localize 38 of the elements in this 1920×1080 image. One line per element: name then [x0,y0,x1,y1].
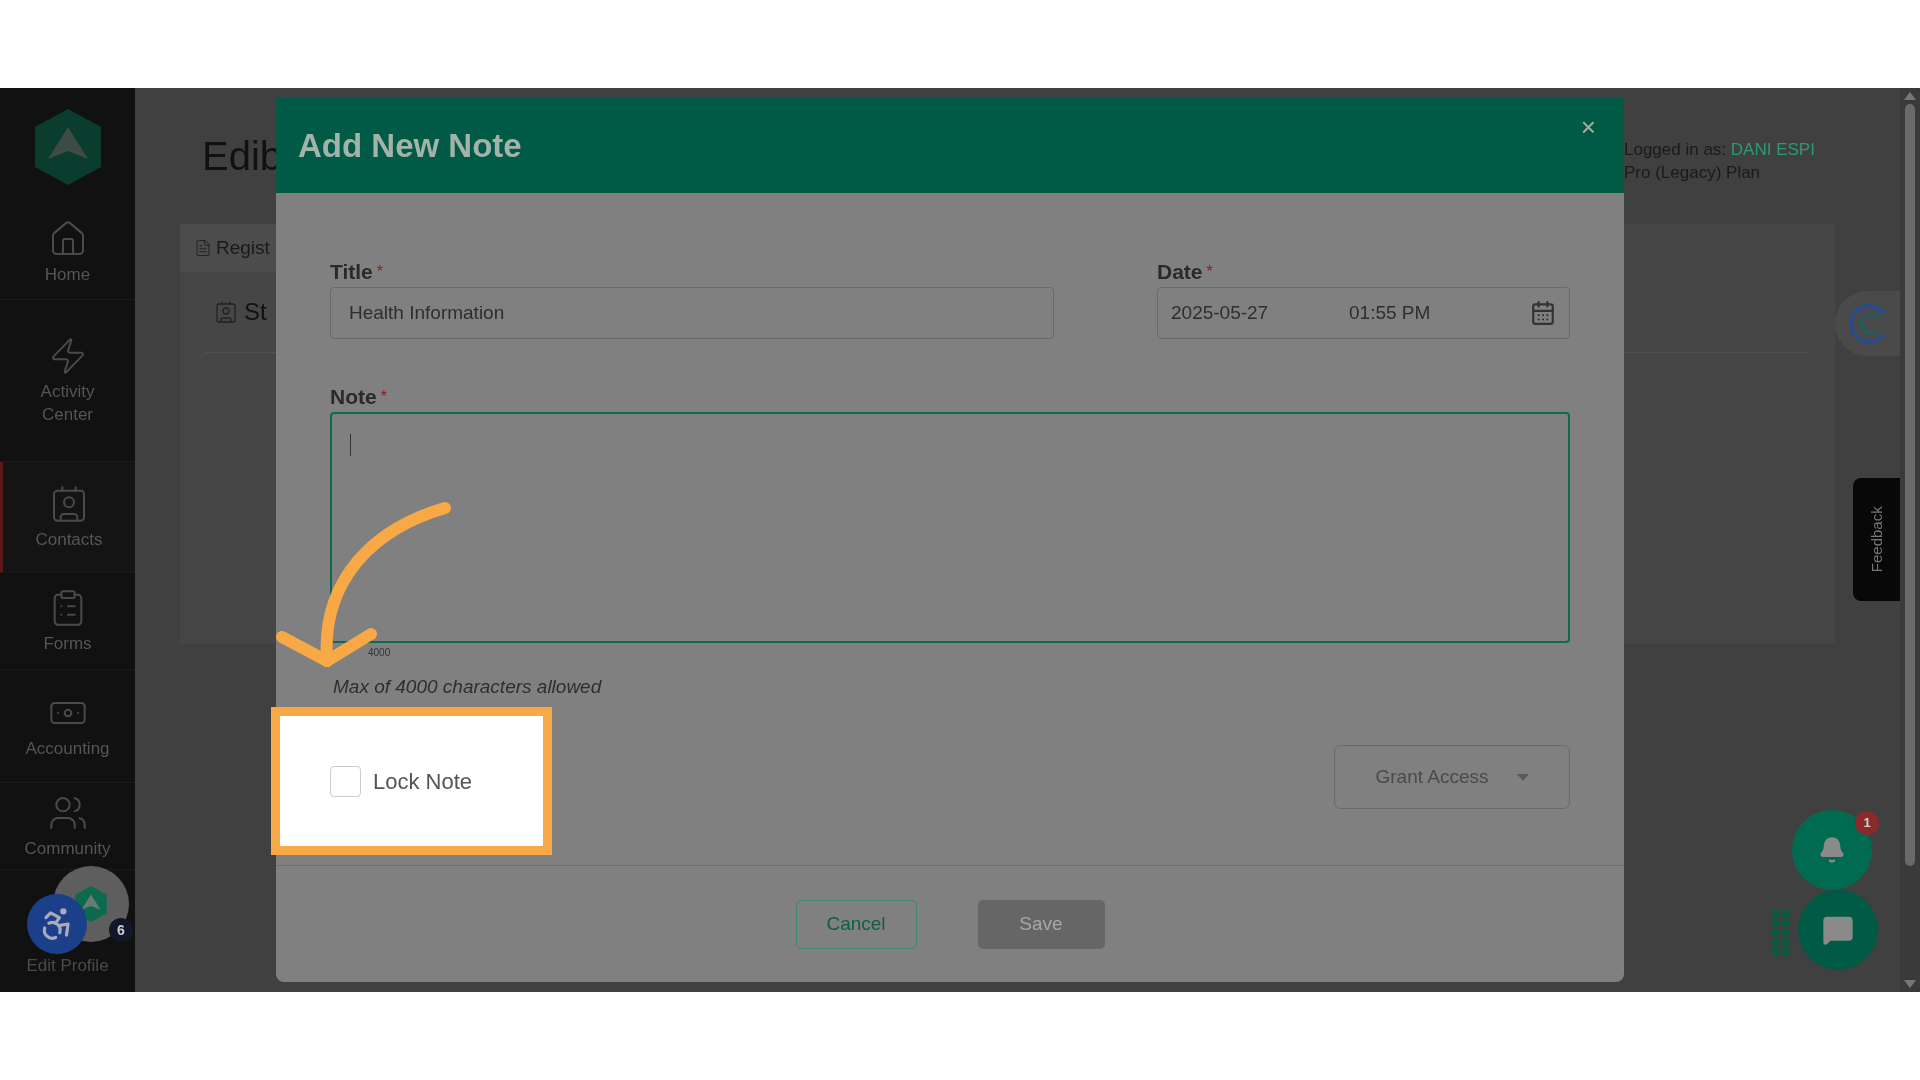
close-button[interactable]: × [1580,114,1596,140]
scroll-up-icon[interactable] [1904,92,1916,100]
bell-icon [1818,836,1846,864]
note-field[interactable] [330,412,1570,643]
cancel-button[interactable]: Cancel [795,899,917,949]
title-field[interactable]: Health Information [330,287,1054,339]
notification-badge: 1 [1855,811,1879,835]
required-mark: * [1206,261,1213,282]
avatar-badge: 6 [109,918,133,942]
date-value: 2025-05-27 [1171,300,1270,325]
drag-handle-icon[interactable] [1772,910,1790,956]
date-field[interactable]: 2025-05-27 01:55 PM [1157,287,1570,339]
feedback-tab[interactable]: Feedback [1853,478,1900,601]
field-label: Title [330,258,373,285]
character-limit-hint: Max of 4000 characters allowed [333,674,602,699]
lock-checkbox[interactable] [330,765,361,797]
field-label: Date [1157,258,1203,285]
sidebar-item[interactable]: Contacts [0,462,135,573]
checkbox-label: Lock Note [373,767,473,796]
field-label: Note [330,383,377,410]
text-cursor [350,434,351,456]
chat-icon [1822,914,1854,946]
notifications-button[interactable] [1792,810,1872,890]
character-counter: 4000 [368,645,391,660]
time-value: 01:55 PM [1349,300,1431,325]
logo-icon [32,106,103,187]
calendar-icon[interactable] [1530,300,1556,326]
id-card-icon [214,300,238,324]
document-icon [194,239,212,257]
caret-icon [1516,773,1529,781]
scroll-down-icon[interactable] [1904,980,1916,988]
sidebar-label[interactable]: Edit Profile [26,952,109,978]
app-widget-button[interactable] [1835,291,1900,356]
modal-title: Add New Note [298,125,522,166]
required-mark: * [376,261,384,282]
scrollbar-thumb[interactable] [1905,104,1915,866]
accessibility-button[interactable] [27,894,87,954]
required-mark: * [380,386,387,407]
